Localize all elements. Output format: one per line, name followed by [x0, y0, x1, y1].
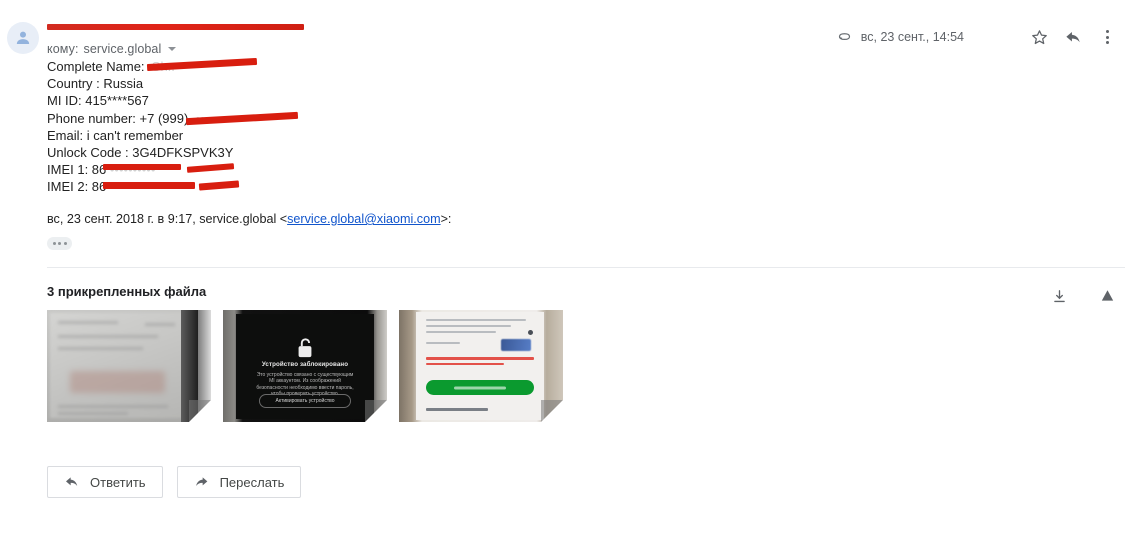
body-line-label: Unlock Code : 3G4DFKSPVK3Y — [47, 144, 234, 160]
reply-arrow-icon — [64, 474, 80, 490]
quote-prefix: вс, 23 сент. 2018 г. в 9:17, service.glo… — [47, 212, 288, 226]
attachment-thumbnail-3[interactable] — [399, 310, 563, 422]
body-line-phone: Phone number: +7 (999) •••-•• — [47, 110, 299, 127]
recipient-line[interactable]: кому: service.global — [47, 42, 177, 56]
quote-suffix: >: — [440, 212, 452, 226]
redaction-bar-imei1-a — [103, 164, 181, 171]
ellipsis-dot — [58, 242, 61, 245]
quoted-message-header: вс, 23 сент. 2018 г. в 9:17, service.glo… — [47, 212, 451, 226]
recipient-prefix: кому: — [47, 42, 79, 56]
forward-button[interactable]: Переслать — [176, 466, 302, 498]
redaction-bar-imei2-a — [103, 182, 195, 190]
body-line-label: IMEI 2: 86 — [47, 179, 107, 195]
reply-button[interactable]: Ответить — [47, 466, 163, 498]
error-message-block — [426, 357, 534, 368]
message-body: Complete Name: Sh.. Country : Russia MI … — [47, 57, 299, 196]
body-line-miid: MI ID: 415****567 — [47, 92, 233, 109]
body-line-label: IMEI 1: 86 — [47, 162, 107, 178]
body-line-unlock-code: Unlock Code : 3G4DFKSPVK3Y — [47, 144, 233, 161]
redaction-bar-imei2-b — [198, 180, 240, 191]
thumbnail-fold-corner — [365, 400, 387, 422]
paperclip-icon — [837, 30, 852, 45]
star-icon[interactable] — [1022, 20, 1056, 54]
body-line-label: Complete Name: — [47, 59, 145, 74]
activate-device-button: Активировать устройство — [259, 394, 351, 408]
green-action-button — [426, 380, 534, 395]
body-line-imei1: IMEI 1: 86 •••••••••• — [47, 161, 235, 178]
thumbnail-photo — [416, 312, 544, 420]
body-line-label: Phone number: +7 (999) — [47, 110, 189, 126]
thumbnail-photo: Устройство заблокировано Это устройство … — [236, 314, 374, 419]
redaction-bar-imei1-b — [186, 163, 235, 173]
attachments-actions — [1042, 279, 1124, 313]
body-line-label: Email: i can't remember — [47, 127, 184, 143]
ellipsis-dot — [52, 242, 56, 245]
photo-document-paper — [50, 313, 183, 418]
recipient-value: service.global — [83, 42, 162, 56]
attachment-thumbnail-2[interactable]: Устройство заблокировано Это устройство … — [223, 310, 387, 422]
header-actions: вс, 23 сент., 14:54 — [837, 20, 1124, 54]
download-icon[interactable] — [1042, 279, 1076, 313]
sender-email-link[interactable]: service.global@xiaomi.com — [287, 212, 440, 226]
photo-footer-text — [426, 408, 488, 411]
photo-screen-dot — [528, 330, 533, 335]
body-line-label: MI ID: 415****567 — [47, 93, 149, 109]
ellipsis-dot — [63, 242, 67, 245]
thumbnail-fold-corner — [189, 400, 211, 422]
bank-logo — [501, 339, 531, 351]
reply-button-label: Ответить — [90, 474, 146, 490]
avatar — [7, 22, 39, 54]
thumbnail-photo — [47, 310, 211, 422]
attachment-thumbnail-1[interactable] — [47, 310, 211, 422]
more-vertical-icon[interactable] — [1090, 20, 1124, 54]
body-line-country: Country : Russia — [47, 75, 233, 92]
email-message-view: кому: service.global вс, 23 сент., 14:54 — [0, 0, 1138, 544]
subject-redaction-bar — [47, 24, 304, 30]
message-date: вс, 23 сент., 14:54 — [860, 30, 964, 44]
show-trimmed-content-button[interactable] — [47, 237, 72, 250]
attachments-title: 3 прикрепленных файла — [47, 284, 207, 299]
body-line-label: Country : Russia — [47, 76, 144, 92]
forward-arrow-icon — [194, 474, 210, 490]
message-header: кому: service.global вс, 23 сент., 14:54 — [0, 8, 1138, 56]
person-avatar-icon — [13, 28, 33, 48]
locked-device-title: Устройство заблокировано — [261, 361, 349, 368]
body-line-complete-name: Complete Name: Sh.. — [47, 57, 258, 75]
reply-arrow-icon[interactable] — [1056, 20, 1090, 54]
thumbnail-fold-corner — [541, 400, 563, 422]
attachments-divider — [47, 267, 1125, 268]
attachment-thumbnails: Устройство заблокировано Это устройство … — [47, 310, 563, 422]
google-drive-icon[interactable] — [1090, 279, 1124, 313]
body-line-imei2: IMEI 2: 86 •••••••••• — [47, 178, 240, 195]
chevron-down-icon[interactable] — [168, 47, 177, 51]
forward-button-label: Переслать — [219, 474, 285, 490]
message-footer-actions: Ответить Переслать — [47, 466, 302, 498]
body-line-email: Email: i can't remember — [47, 127, 233, 144]
